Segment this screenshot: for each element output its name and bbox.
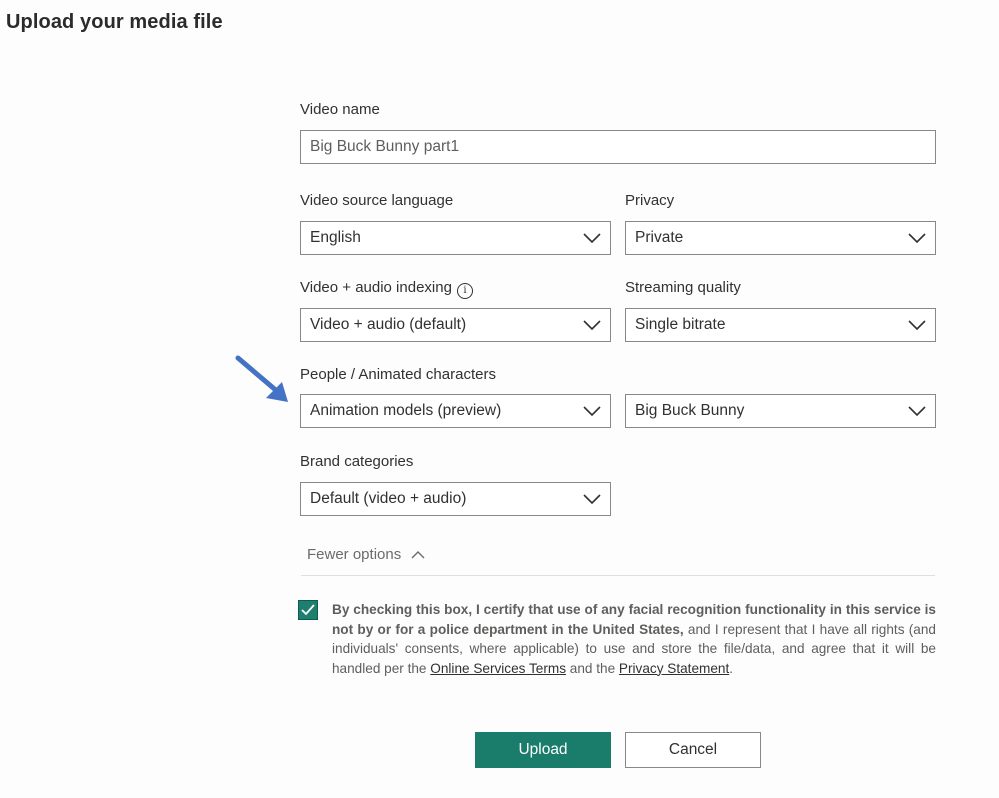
people-model-value: Animation models (preview)	[310, 402, 502, 419]
cancel-button[interactable]: Cancel	[625, 732, 761, 768]
indexing-dropdown[interactable]: Video + audio (default)	[300, 308, 611, 342]
info-icon[interactable]: i	[456, 283, 473, 299]
chevron-down-icon	[583, 233, 601, 243]
consent-text-3: .	[729, 660, 734, 676]
streaming-value: Single bitrate	[635, 316, 726, 333]
checkmark-icon	[301, 604, 315, 616]
consent-checkbox[interactable]	[298, 600, 318, 620]
chevron-down-icon	[583, 320, 601, 330]
character-value: Big Buck Bunny	[635, 402, 745, 419]
page-title: Upload your media file	[6, 11, 223, 33]
character-dropdown[interactable]: Big Buck Bunny	[625, 394, 936, 428]
chevron-down-icon	[583, 406, 601, 416]
divider	[301, 575, 935, 576]
privacy-value: Private	[635, 229, 684, 246]
chevron-down-icon	[583, 494, 601, 504]
privacy-dropdown[interactable]: Private	[625, 221, 936, 255]
indexing-label-text: Video + audio indexing	[300, 279, 452, 296]
streaming-label: Streaming quality	[625, 279, 741, 296]
chevron-down-icon	[908, 406, 926, 416]
video-name-label: Video name	[300, 101, 380, 118]
consent-text: By checking this box, I certify that use…	[332, 600, 936, 678]
chevron-down-icon	[908, 233, 926, 243]
source-language-label: Video source language	[300, 192, 454, 209]
annotation-arrow-icon	[235, 355, 288, 402]
brand-value: Default (video + audio)	[310, 490, 467, 507]
chevron-down-icon	[908, 320, 926, 330]
source-language-value: English	[310, 229, 361, 246]
source-language-dropdown[interactable]: English	[300, 221, 611, 255]
chevron-up-icon	[411, 550, 425, 558]
people-label: People / Animated characters	[300, 366, 496, 383]
brand-dropdown[interactable]: Default (video + audio)	[300, 482, 611, 516]
privacy-label: Privacy	[625, 192, 675, 209]
privacy-statement-link[interactable]: Privacy Statement	[619, 661, 729, 676]
people-model-dropdown[interactable]: Animation models (preview)	[300, 394, 611, 428]
streaming-dropdown[interactable]: Single bitrate	[625, 308, 936, 342]
video-name-input[interactable]: Big Buck Bunny part1	[300, 130, 936, 164]
video-name-value: Big Buck Bunny part1	[310, 138, 460, 155]
upload-button[interactable]: Upload	[475, 732, 611, 768]
fewer-options-toggle[interactable]: Fewer options	[307, 546, 425, 563]
online-services-terms-link[interactable]: Online Services Terms	[430, 661, 566, 676]
fewer-options-label: Fewer options	[307, 546, 402, 563]
indexing-value: Video + audio (default)	[310, 316, 467, 333]
brand-label: Brand categories	[300, 453, 414, 470]
indexing-label: Video + audio indexing i	[300, 279, 473, 299]
consent-text-2: and the	[566, 660, 619, 676]
